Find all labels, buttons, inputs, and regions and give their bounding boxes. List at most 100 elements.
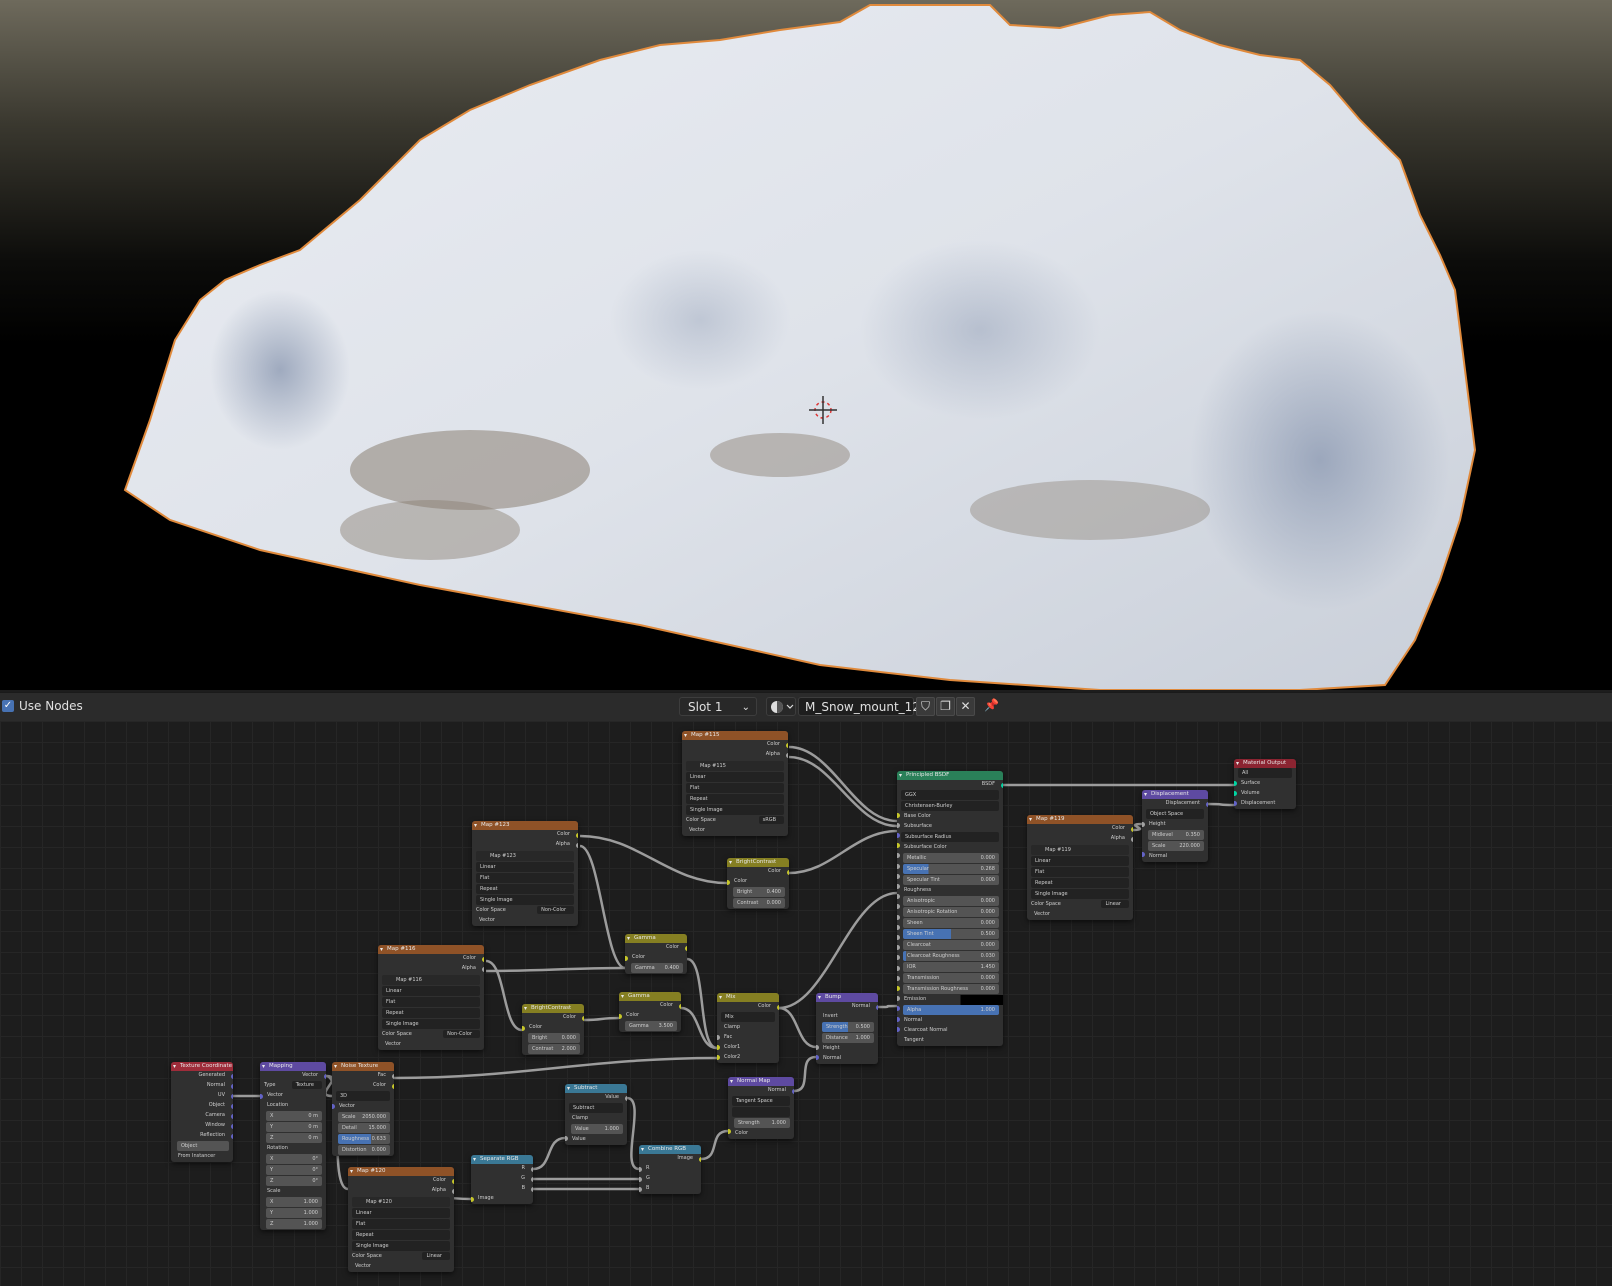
- mix-node-header[interactable]: Mix: [717, 993, 779, 1002]
- normal-map-node-header[interactable]: Normal Map: [728, 1077, 794, 1086]
- socket[interactable]: [1130, 826, 1133, 832]
- image-texture-node-map120[interactable]: Map #120ColorAlphaMap #120LinearFlatRepe…: [348, 1167, 454, 1272]
- socket[interactable]: [471, 1196, 474, 1202]
- combine-rgb-node[interactable]: Combine RGBImage RGB: [639, 1145, 701, 1194]
- color-space-value[interactable]: Non-Color: [443, 1030, 480, 1038]
- color-space-value[interactable]: Linear: [422, 1252, 450, 1260]
- gamma-field[interactable]: Gamma 0.400: [631, 963, 683, 973]
- socket[interactable]: [678, 1003, 681, 1009]
- socket[interactable]: [451, 1188, 454, 1194]
- principled-bsdf-node[interactable]: Principled BSDFBSDF GGXChristensen-Burley…: [897, 771, 1003, 1046]
- image-texture-node-map123-header[interactable]: Map #123: [472, 821, 578, 830]
- dropdown-interp[interactable]: Linear: [686, 772, 784, 782]
- scale-field[interactable]: Scale 2050.000: [338, 1112, 390, 1122]
- socket[interactable]: [727, 879, 730, 885]
- material-name-field[interactable]: M_Snow_mount_12: [798, 697, 920, 716]
- image-texture-node-map116-header[interactable]: Map #116: [378, 945, 484, 954]
- socket[interactable]: [575, 832, 578, 838]
- distribution-dropdown[interactable]: GGX: [901, 790, 999, 800]
- dropdown-interp[interactable]: Linear: [1031, 856, 1129, 866]
- dropdown-src[interactable]: Single Image: [686, 805, 784, 815]
- combine-rgb-node-header[interactable]: Combine RGB: [639, 1145, 701, 1154]
- field-13[interactable]: Clearcoat Roughness 0.030: [903, 951, 999, 961]
- socket[interactable]: [785, 752, 788, 758]
- texture-coordinate-node[interactable]: Texture CoordinateGenerated Normal UV Objec…: [171, 1062, 233, 1162]
- socket[interactable]: [230, 1103, 233, 1109]
- image-texture-node-map115[interactable]: Map #115ColorAlphaMap #115LinearFlatRepe…: [682, 731, 788, 836]
- field-14[interactable]: IOR 1.450: [903, 962, 999, 972]
- blend-mode-dropdown[interactable]: Mix: [721, 1012, 775, 1022]
- gamma-node-1[interactable]: GammaColorColorGamma0.400: [625, 934, 687, 974]
- normal-map-node[interactable]: Normal MapNormal Tangent Space Strength 1.0…: [728, 1077, 794, 1139]
- image-selector[interactable]: Map #116: [382, 975, 480, 985]
- dropdown-interp[interactable]: Linear: [382, 986, 480, 996]
- field-10[interactable]: Sheen 0.000: [903, 918, 999, 928]
- material-browse-button[interactable]: [766, 697, 796, 716]
- socket[interactable]: [791, 1088, 794, 1094]
- socket[interactable]: [897, 975, 900, 981]
- image-selector[interactable]: Map #120: [352, 1197, 450, 1207]
- socket[interactable]: [639, 1186, 642, 1192]
- color-space-row[interactable]: Color Space sRGB: [682, 816, 788, 826]
- mix-node[interactable]: MixColorMixClampFacColor1Color2: [717, 993, 779, 1063]
- socket[interactable]: [897, 965, 900, 971]
- socket[interactable]: [230, 1073, 233, 1079]
- socket[interactable]: [1130, 836, 1133, 842]
- use-nodes-label[interactable]: Use Nodes: [19, 699, 83, 713]
- socket[interactable]: [639, 1166, 642, 1172]
- color-space-row[interactable]: Color Space Non-Color: [472, 906, 578, 916]
- midlevel-field[interactable]: Midlevel 0.350: [1148, 830, 1204, 840]
- socket[interactable]: [451, 1178, 454, 1184]
- socket[interactable]: [897, 812, 900, 818]
- dropdown-proj[interactable]: Flat: [1031, 867, 1129, 877]
- mapping-node[interactable]: MappingVectorTypeTextureVectorLocationX0…: [260, 1062, 326, 1230]
- pin-icon[interactable]: 📌: [982, 697, 1001, 716]
- socket[interactable]: [481, 966, 484, 972]
- socket[interactable]: [897, 873, 900, 879]
- loc-y-field[interactable]: Y 0 m: [266, 1122, 322, 1132]
- texture-coordinate-node-header[interactable]: Texture Coordinate: [171, 1062, 233, 1071]
- math-subtract-node-header[interactable]: Subtract: [565, 1084, 627, 1093]
- clamp-checkbox[interactable]: Clamp: [717, 1023, 779, 1033]
- gamma-node-1-header[interactable]: Gamma: [625, 934, 687, 943]
- duplicate-material-icon[interactable]: ❐: [936, 697, 955, 716]
- strength-field[interactable]: Strength 0.500: [822, 1022, 874, 1032]
- object-field[interactable]: Object: [177, 1141, 229, 1151]
- socket[interactable]: [624, 1095, 627, 1101]
- separate-rgb-node-header[interactable]: Separate RGB: [471, 1155, 533, 1164]
- loc-z-field[interactable]: Z 0 m: [266, 1133, 322, 1143]
- bright-contrast-node-1-header[interactable]: BrightContrast: [727, 858, 789, 867]
- dropdown-src[interactable]: Single Image: [382, 1019, 480, 1029]
- image-selector[interactable]: Map #115: [686, 761, 784, 771]
- field-4[interactable]: Metallic 0.000: [903, 853, 999, 863]
- displacement-node-header[interactable]: Displacement: [1142, 790, 1208, 799]
- color-space-row[interactable]: Color Space Linear: [1027, 900, 1133, 910]
- noise-texture-node[interactable]: Noise TextureFac Color 3D Vector Scale 2050.0…: [332, 1062, 394, 1156]
- socket[interactable]: [581, 1015, 584, 1021]
- dropdown-proj[interactable]: Flat: [352, 1219, 450, 1229]
- bump-node-header[interactable]: Bump: [816, 993, 878, 1002]
- scale-y-field[interactable]: Y 1.000: [266, 1208, 322, 1218]
- rot-y-field[interactable]: Y 0°: [266, 1165, 322, 1175]
- space-dropdown[interactable]: Tangent Space: [732, 1096, 790, 1106]
- dropdown-proj[interactable]: Flat: [382, 997, 480, 1007]
- dropdown-src[interactable]: Single Image: [476, 895, 574, 905]
- socket[interactable]: [323, 1073, 326, 1079]
- socket[interactable]: [1142, 851, 1145, 857]
- socket[interactable]: [522, 1025, 525, 1031]
- image-texture-node-map116[interactable]: Map #116ColorAlphaMap #116LinearFlatRepe…: [378, 945, 484, 1050]
- field-16[interactable]: Transmission Roughness 0.000: [903, 984, 999, 994]
- socket[interactable]: [897, 853, 900, 859]
- image-texture-node-map119[interactable]: Map #119ColorAlphaMap #119LinearFlatRepe…: [1027, 815, 1133, 920]
- image-selector[interactable]: Map #123: [476, 851, 574, 861]
- socket[interactable]: [717, 1044, 720, 1050]
- dimensions-dropdown[interactable]: 3D: [336, 1091, 390, 1101]
- field-11[interactable]: Sheen Tint 0.500: [903, 929, 999, 939]
- color-space-value[interactable]: sRGB: [758, 816, 784, 824]
- socket[interactable]: [816, 1054, 819, 1060]
- 3d-viewport[interactable]: [0, 0, 1612, 690]
- socket[interactable]: [776, 1004, 779, 1010]
- socket[interactable]: [391, 1083, 394, 1089]
- dropdown-ext[interactable]: Repeat: [686, 794, 784, 804]
- socket[interactable]: [625, 955, 628, 961]
